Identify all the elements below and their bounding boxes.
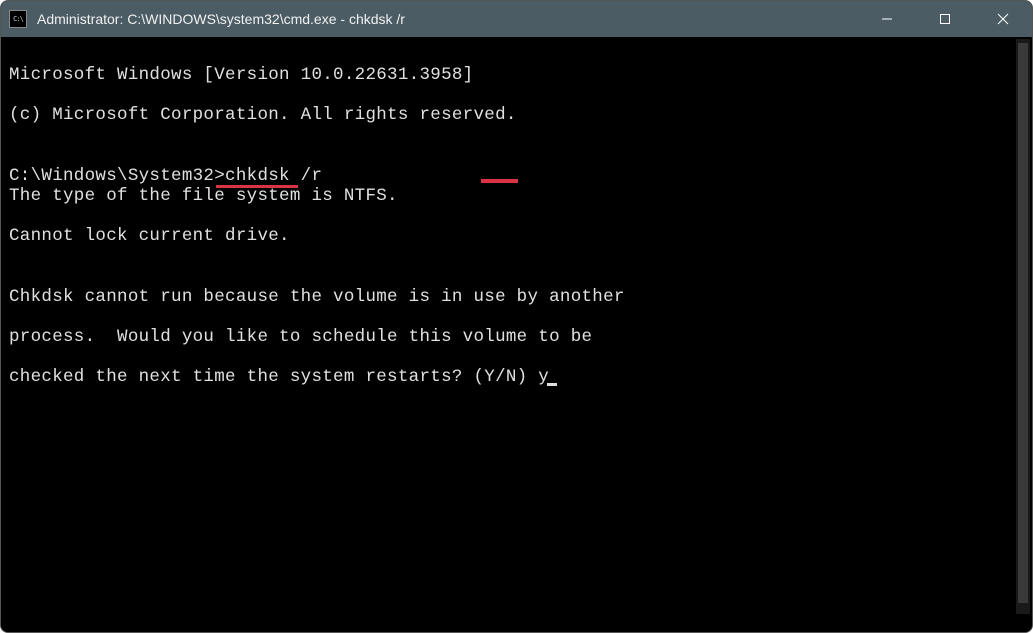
prompt-line-response: checked the next time the system restart… [9, 367, 1024, 387]
terminal-output: Microsoft Windows [Version 10.0.22631.39… [9, 45, 1024, 624]
scrollbar[interactable] [1016, 39, 1030, 614]
output-line: (c) Microsoft Corporation. All rights re… [9, 105, 1024, 125]
output-line: Microsoft Windows [Version 10.0.22631.39… [9, 65, 1024, 85]
output-line: process. Would you like to schedule this… [9, 327, 1024, 347]
close-button[interactable] [974, 1, 1032, 37]
minimize-icon [881, 13, 893, 25]
terminal-body[interactable]: Microsoft Windows [Version 10.0.22631.39… [1, 37, 1032, 632]
window-title: Administrator: C:\WINDOWS\system32\cmd.e… [37, 11, 858, 27]
output-line: Chkdsk cannot run because the volume is … [9, 287, 1024, 307]
annotation-underline-icon [216, 185, 298, 188]
typed-command: chkdsk /r [225, 166, 322, 186]
maximize-icon [939, 13, 951, 25]
terminal-window: C:\ Administrator: C:\WINDOWS\system32\c… [0, 0, 1033, 633]
maximize-button[interactable] [916, 1, 974, 37]
titlebar[interactable]: C:\ Administrator: C:\WINDOWS\system32\c… [1, 1, 1032, 37]
cmd-icon: C:\ [9, 10, 27, 28]
window-controls [858, 1, 1032, 37]
command-line: C:\Windows\System32>chkdsk /r [9, 166, 322, 186]
prompt-question: checked the next time the system restart… [9, 367, 538, 387]
close-icon [997, 13, 1009, 25]
output-line: Cannot lock current drive. [9, 226, 1024, 246]
annotation-underline-icon [481, 179, 518, 183]
output-line: The type of the file system is NTFS. [9, 186, 1024, 206]
cursor-icon [547, 383, 557, 386]
minimize-button[interactable] [858, 1, 916, 37]
scrollbar-thumb[interactable] [1018, 43, 1028, 603]
prompt-prefix: C:\Windows\System32> [9, 166, 225, 186]
